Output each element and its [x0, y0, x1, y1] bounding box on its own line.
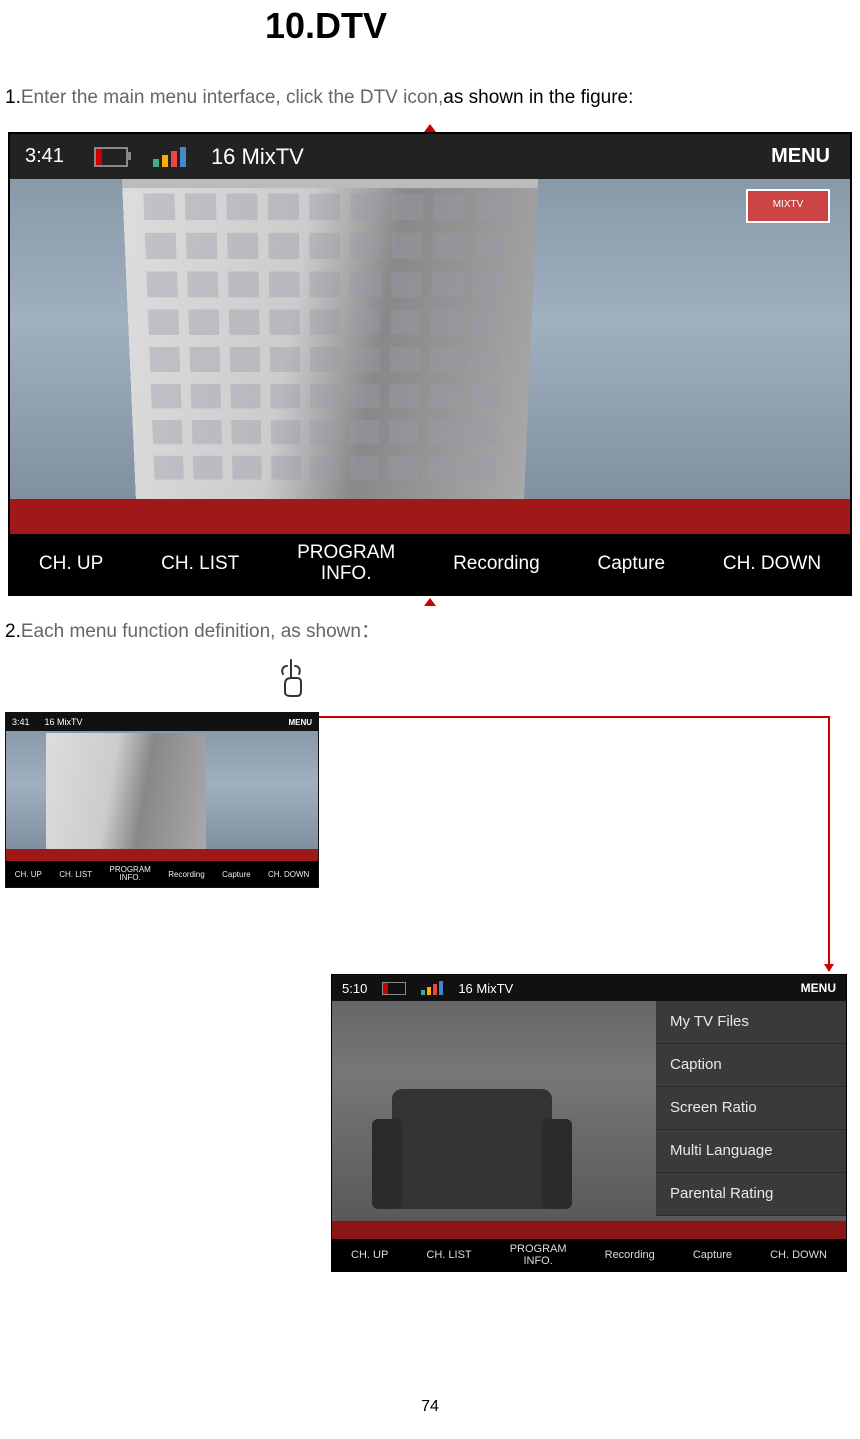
ticker-bar: [10, 499, 850, 534]
connector-arrow-icon: [824, 964, 834, 972]
page-title: 10.DTV: [5, 5, 855, 47]
building-graphic: [122, 183, 538, 532]
figure-2: 3:41 16 MixTV MENU CH. UP CH. LIST PROGR…: [5, 658, 845, 1278]
recording-button[interactable]: Recording: [453, 553, 540, 575]
menu-capture[interactable]: Capture: [693, 1249, 732, 1261]
step-1-gray: Enter the main menu interface, click the…: [21, 87, 443, 108]
step-2-text: Each menu function definition, as shown：: [21, 621, 380, 642]
clock: 3:41: [25, 145, 64, 168]
menu-item-parental-rating[interactable]: Parental Rating: [656, 1173, 846, 1216]
red-triangle-top-icon: [424, 124, 436, 132]
step-1-black: as shown in the figure:: [443, 87, 633, 108]
thumb-capture[interactable]: Capture: [222, 870, 250, 879]
menu-clock: 5:10: [342, 981, 367, 996]
menu-item-multi-language[interactable]: Multi Language: [656, 1130, 846, 1173]
status-bar: 3:41 16 MixTV MENU: [10, 134, 850, 179]
thumb-bottom-bar: CH. UP CH. LIST PROGRAM INFO. Recording …: [6, 861, 318, 887]
menu-ch-up[interactable]: CH. UP: [351, 1249, 388, 1261]
thumb-ch-list[interactable]: CH. LIST: [59, 870, 92, 879]
dtv-screenshot-thumb: 3:41 16 MixTV MENU CH. UP CH. LIST PROGR…: [5, 712, 319, 888]
menu-signal-icon: [421, 981, 443, 995]
thumb-status-bar: 3:41 16 MixTV MENU: [6, 713, 318, 731]
menu-item-caption[interactable]: Caption: [656, 1044, 846, 1087]
tap-hand-icon: [277, 658, 305, 698]
thumb-clock: 3:41: [12, 717, 30, 727]
program-info-l2: INFO.: [321, 563, 372, 584]
thumb-ch-up[interactable]: CH. UP: [15, 870, 42, 879]
menu-battery-icon: [382, 982, 406, 995]
thumb-ch-down[interactable]: CH. DOWN: [268, 870, 309, 879]
program-info-l1: PROGRAM: [297, 542, 395, 563]
battery-icon: [94, 147, 128, 167]
menu-recording[interactable]: Recording: [605, 1249, 655, 1261]
channel-label: 16 MixTV: [211, 144, 304, 170]
bottom-toolbar: CH. UP CH. LIST PROGRAM INFO. Recording …: [10, 534, 850, 594]
dtv-screenshot-main: 3:41 16 MixTV MENU MIXTV CH. UP CH. LIST: [8, 132, 852, 596]
video-area: MIXTV: [10, 179, 850, 534]
menu-button[interactable]: MENU: [771, 145, 830, 168]
menu-ch-list[interactable]: CH. LIST: [426, 1249, 471, 1261]
menu-status-bar: 5:10 16 MixTV MENU: [332, 975, 846, 1001]
menu-video: My TV Files Caption Screen Ratio Multi L…: [332, 1001, 846, 1239]
step-1-num: 1.: [5, 87, 21, 108]
menu-channel: 16 MixTV: [458, 981, 513, 996]
dropdown-menu: My TV Files Caption Screen Ratio Multi L…: [656, 1001, 846, 1216]
ch-list-button[interactable]: CH. LIST: [161, 553, 239, 575]
step-2-num: 2.: [5, 621, 21, 642]
menu-item-screen-ratio[interactable]: Screen Ratio: [656, 1087, 846, 1130]
red-triangle-bottom-icon: [424, 598, 436, 606]
menu-ch-down[interactable]: CH. DOWN: [770, 1249, 827, 1261]
capture-button[interactable]: Capture: [597, 553, 665, 575]
ch-up-button[interactable]: CH. UP: [39, 553, 103, 575]
connector-line-v: [828, 716, 830, 966]
connector-line-h: [300, 716, 830, 718]
menu-bottom-bar: CH. UP CH. LIST PROGRAM INFO. Recording …: [332, 1239, 846, 1271]
step-1: 1.Enter the main menu interface, click t…: [5, 87, 855, 109]
step-2: 2.Each menu function definition, as show…: [5, 616, 855, 643]
program-info-button[interactable]: PROGRAM INFO.: [297, 543, 395, 585]
menu-item-my-tv-files[interactable]: My TV Files: [656, 1001, 846, 1044]
chair-graphic: [392, 1089, 552, 1209]
thumb-recording[interactable]: Recording: [168, 870, 204, 879]
menu-program-info[interactable]: PROGRAM INFO.: [510, 1243, 567, 1267]
thumb-program-info[interactable]: PROGRAM INFO.: [110, 866, 151, 882]
page-number: 74: [5, 1398, 855, 1436]
channel-logo: MIXTV: [746, 189, 830, 223]
thumb-channel: 16 MixTV: [45, 717, 83, 727]
signal-icon: [153, 147, 186, 167]
menu-menu-button[interactable]: MENU: [801, 981, 836, 995]
dtv-screenshot-menu-open: 5:10 16 MixTV MENU My TV Files Caption S…: [331, 974, 847, 1272]
thumb-menu-button[interactable]: MENU: [288, 718, 312, 727]
thumb-video: [6, 731, 318, 861]
ch-down-button[interactable]: CH. DOWN: [723, 553, 821, 575]
